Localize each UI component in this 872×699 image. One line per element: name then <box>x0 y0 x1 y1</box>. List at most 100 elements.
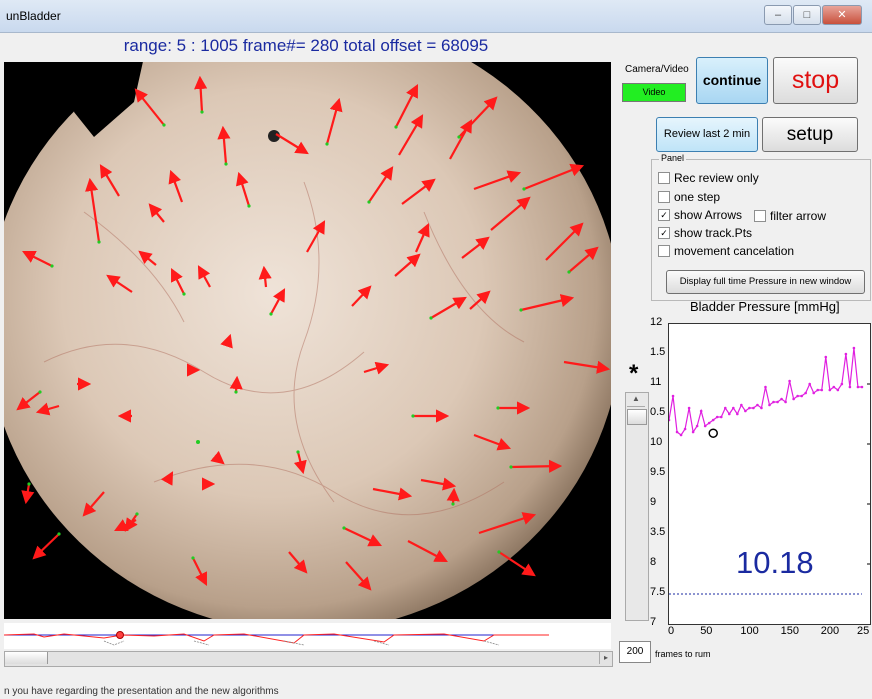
show-track-pts-checkbox[interactable]: ✓ show track.Pts <box>658 226 752 240</box>
pressure-point <box>856 385 860 389</box>
pressure-point <box>804 391 807 395</box>
show-arrows-checkbox[interactable]: ✓ show Arrows <box>658 208 742 222</box>
frames-to-run-label: frames to rum <box>655 649 711 659</box>
one-step-checkbox[interactable]: one step <box>658 190 720 204</box>
y-tick-label: 11 <box>650 376 662 388</box>
current-pressure-value: 10.18 <box>736 545 814 580</box>
pressure-point <box>756 403 759 407</box>
y-tick-label: 3.5 <box>650 526 666 538</box>
pressure-point <box>808 382 811 386</box>
setup-button[interactable]: setup <box>762 117 858 152</box>
pressure-point <box>695 424 699 428</box>
x-tick-label: 25 <box>856 625 870 637</box>
review-last-2-min-button[interactable]: Review last 2 min <box>656 117 758 152</box>
pressure-point <box>816 388 820 392</box>
filter-arrow-checkbox[interactable]: filter arrow <box>754 209 826 223</box>
frames-to-run-input[interactable]: 200 <box>619 641 651 663</box>
rec-review-only-checkbox[interactable]: Rec review only <box>658 171 759 185</box>
pressure-point <box>675 430 679 434</box>
pressure-point <box>760 406 763 410</box>
slider-thumb[interactable] <box>627 409 647 425</box>
checkbox-label: Rec review only <box>674 171 759 185</box>
x-tick-label: 100 <box>740 625 759 637</box>
x-tick-label: 150 <box>780 625 799 637</box>
checkbox-box[interactable] <box>754 210 766 222</box>
bladder-wall-image <box>0 16 622 632</box>
pressure-point <box>744 409 747 413</box>
minimize-button[interactable]: – <box>764 5 792 25</box>
pressure-point <box>715 415 719 419</box>
checkbox-box[interactable]: ✓ <box>658 209 670 221</box>
motion-timeline-strip <box>3 623 611 649</box>
x-tick-label: 50 <box>700 625 713 637</box>
checkbox-label: filter arrow <box>770 209 827 223</box>
range-readout: range: 5 : 1005 frame#= 280 total offset… <box>123 36 489 55</box>
current-frame-marker <box>708 428 718 438</box>
pressure-point <box>764 385 767 389</box>
pressure-point <box>768 403 771 407</box>
pressure-point <box>728 412 731 416</box>
continue-button[interactable]: continue <box>696 57 768 104</box>
y-tick-label: 1.5 <box>650 346 666 358</box>
pressure-point <box>848 385 852 389</box>
display-full-pressure-button[interactable]: Display full time Pressure in new window <box>666 270 865 294</box>
stop-button[interactable]: stop <box>773 57 858 104</box>
pressure-point <box>824 355 828 359</box>
y-tick-label: 7.5 <box>650 586 666 598</box>
scroll-right-arrow[interactable]: ▸ <box>599 652 612 664</box>
checkbox-box[interactable] <box>658 191 670 203</box>
slider-up-arrow[interactable]: ▲ <box>627 394 645 407</box>
scrollbar-thumb[interactable] <box>5 652 48 664</box>
pressure-point <box>752 406 755 410</box>
pressure-point <box>711 418 715 422</box>
pressure-point <box>691 430 695 434</box>
timeline-svg <box>3 631 549 646</box>
pressure-point <box>844 352 848 356</box>
checkbox-box[interactable] <box>658 245 670 257</box>
bottom-caption: n you have regarding the presentation an… <box>4 686 279 697</box>
endoscope-video-view <box>0 16 622 632</box>
timeline-scrollbar[interactable]: ▸ <box>4 651 613 667</box>
pressure-point <box>736 412 739 416</box>
pressure-point <box>840 382 844 386</box>
frame-slider[interactable]: ▲ <box>625 392 649 621</box>
pressure-point <box>723 406 727 410</box>
pressure-point <box>860 385 864 389</box>
pressure-point <box>796 394 799 398</box>
pressure-point <box>669 418 671 422</box>
x-tick-label: 200 <box>820 625 840 637</box>
close-button[interactable]: ✕ <box>822 5 862 25</box>
pressure-point <box>707 421 711 425</box>
pressure-point <box>732 406 735 410</box>
timeline-position-marker[interactable] <box>116 631 124 639</box>
pressure-point <box>772 400 775 404</box>
title-bar: unBladder – □ ✕ <box>0 0 872 33</box>
checkbox-label: one step <box>674 190 721 204</box>
pressure-point <box>792 397 795 401</box>
pressure-point <box>671 394 675 398</box>
y-tick-label: 9.5 <box>650 466 666 478</box>
pressure-point <box>852 346 856 350</box>
y-tick-label: 9 <box>650 496 657 508</box>
checkbox-box[interactable] <box>658 172 670 184</box>
pressure-point <box>800 394 803 398</box>
pressure-point <box>740 403 743 407</box>
camera-video-label: Camera/Video <box>625 64 689 75</box>
checkbox-label: show Arrows <box>674 208 743 222</box>
y-tick-label: 10 <box>650 436 663 448</box>
video-indicator[interactable]: Video <box>622 83 686 102</box>
pressure-point <box>832 385 836 389</box>
movement-cancelation-checkbox[interactable]: movement cancelation <box>658 244 794 258</box>
pressure-point <box>687 406 691 410</box>
y-tick-label: 0.5 <box>650 406 666 418</box>
y-tick-label: 7 <box>650 616 657 628</box>
pressure-point <box>719 415 723 419</box>
checkbox-box[interactable]: ✓ <box>658 227 670 239</box>
window-controls: – □ ✕ <box>764 5 862 25</box>
pressure-trace <box>669 347 862 436</box>
window-title: unBladder <box>6 9 61 23</box>
panel-legend: Panel <box>659 153 687 163</box>
maximize-button[interactable]: □ <box>793 5 821 25</box>
pressure-point <box>748 406 751 410</box>
pressure-point <box>780 397 783 401</box>
